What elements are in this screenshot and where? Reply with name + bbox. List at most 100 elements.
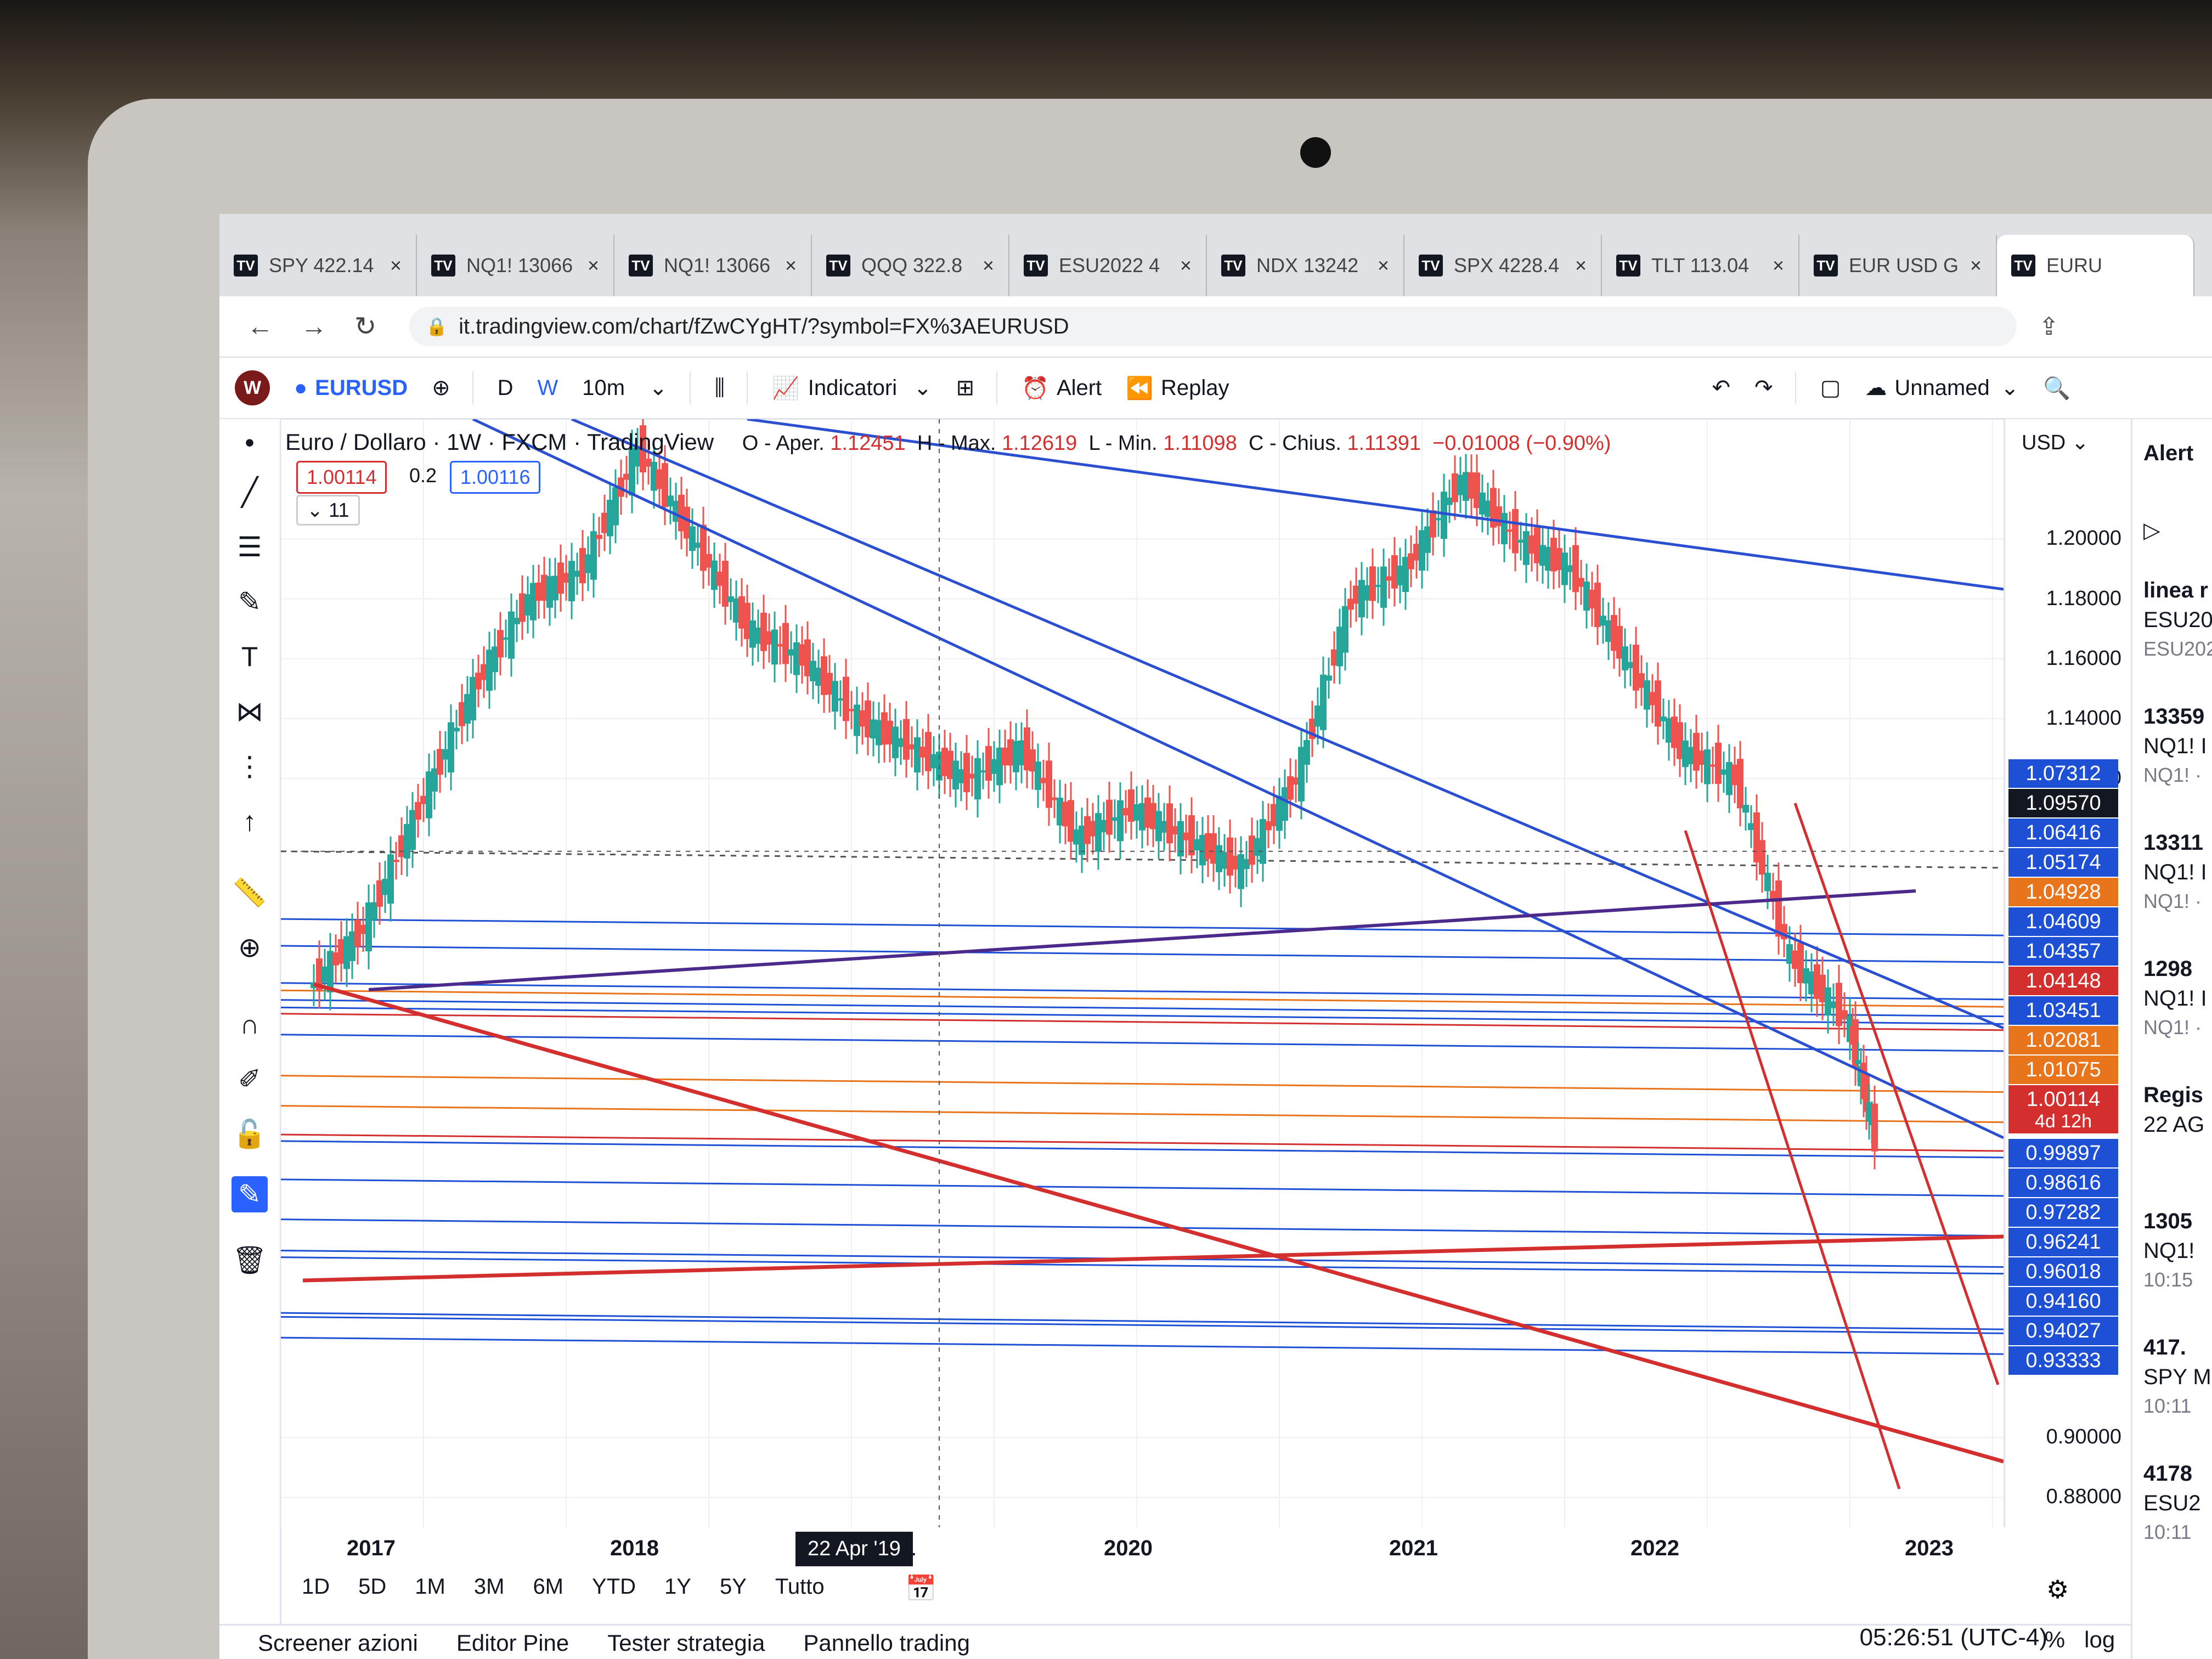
redo-icon[interactable]: ↷ <box>1754 375 1773 400</box>
layout-name-button[interactable]: ☁ Unnamed ⌄ <box>1865 375 2019 400</box>
alert-item-line[interactable]: NQ1! I <box>2143 860 2207 885</box>
alert-item-line[interactable]: 1298 <box>2143 957 2192 981</box>
interval-w[interactable]: W <box>537 376 558 400</box>
play-icon[interactable]: ▷ <box>2143 518 2160 543</box>
share-icon[interactable]: ⇪ <box>2039 313 2059 341</box>
browser-tab[interactable]: TV NQ1! 13066 × <box>614 235 812 296</box>
range-6m[interactable]: 6M <box>533 1575 563 1599</box>
alert-item-line[interactable]: 417. <box>2143 1335 2186 1360</box>
symbol-search[interactable]: ● EURUSD <box>294 376 408 400</box>
currency-select[interactable]: USD ⌄ <box>2022 430 2089 455</box>
zoom-in-icon[interactable]: ⊕ <box>232 929 268 966</box>
crosshair-dot-icon[interactable]: • <box>232 425 268 461</box>
fullscreen-icon[interactable]: ▢ <box>1820 375 1841 400</box>
settings-gear-icon[interactable]: ⚙ <box>2046 1575 2069 1604</box>
indicators-collapse[interactable]: ⌄ 11 <box>296 495 360 526</box>
alert-item-line[interactable]: SPY M <box>2143 1365 2211 1390</box>
arrow-up-icon[interactable]: ↑ <box>232 803 268 839</box>
close-icon[interactable]: × <box>983 254 994 277</box>
hide-drawings-icon[interactable]: ✎ <box>232 1176 268 1212</box>
alert-item-line[interactable]: linea r <box>2143 578 2208 603</box>
alert-item-line[interactable]: 22 AG <box>2143 1113 2204 1137</box>
range-1d[interactable]: 1D <box>302 1575 330 1599</box>
range-ytd[interactable]: YTD <box>592 1575 636 1599</box>
percent-toggle[interactable]: % <box>2045 1627 2065 1652</box>
indicators-button[interactable]: 📈 Indicatori ⌄ <box>772 375 932 401</box>
close-icon[interactable]: × <box>588 254 599 277</box>
browser-tab[interactable]: TV QQQ 322.8 × <box>812 235 1009 296</box>
alert-item-line[interactable]: NQ1! · <box>2143 1016 2202 1039</box>
interval-10m[interactable]: 10m <box>582 376 625 400</box>
alert-item-line[interactable]: NQ1! I <box>2143 986 2207 1011</box>
alert-item-line[interactable]: 10:11 <box>2143 1395 2191 1418</box>
fib-icon[interactable]: ☰ <box>232 529 268 565</box>
bottom-tab[interactable]: Tester strategia <box>607 1630 765 1656</box>
bottom-tab[interactable]: Editor Pine <box>456 1630 569 1656</box>
prediction-icon[interactable]: ⋮ <box>232 748 268 785</box>
browser-tab[interactable]: TV NDX 13242 × <box>1207 235 1404 296</box>
chevron-down-icon[interactable]: ⌄ <box>649 375 668 400</box>
alert-item-line[interactable]: ESU20 <box>2143 608 2212 633</box>
bottom-tab[interactable]: Screener azioni <box>258 1630 418 1656</box>
alert-item-line[interactable]: 13359 <box>2143 704 2204 729</box>
back-icon[interactable]: ← <box>247 312 273 342</box>
alert-item-line[interactable]: 10:11 <box>2143 1521 2191 1544</box>
range-3m[interactable]: 3M <box>474 1575 505 1599</box>
alert-item-line[interactable]: NQ1! <box>2143 1239 2194 1263</box>
url-field[interactable]: 🔒 it.tradingview.com/chart/fZwCYgHT/?sym… <box>409 307 2017 346</box>
undo-icon[interactable]: ↶ <box>1712 375 1731 400</box>
search-icon[interactable]: 🔍 <box>2043 375 2070 401</box>
forward-icon[interactable]: → <box>301 312 327 342</box>
avatar[interactable]: W <box>235 370 270 405</box>
alert-item-line[interactable]: 10:15 <box>2143 1268 2193 1291</box>
magnet-icon[interactable]: ∩ <box>232 1006 268 1042</box>
alert-item-line[interactable]: NQ1! · <box>2143 890 2202 913</box>
price-scale[interactable]: USD ⌄ 1.200001.180001.160001.140001.1200… <box>2004 419 2132 1527</box>
range-5d[interactable]: 5D <box>358 1575 386 1599</box>
close-icon[interactable]: × <box>1180 254 1192 277</box>
time-axis[interactable]: 201720182012020202120222023 <box>281 1520 2004 1580</box>
browser-tab[interactable]: TV SPY 422.14 × <box>219 235 417 296</box>
candles-icon[interactable]: ⫼ <box>715 376 725 400</box>
chart-pane[interactable] <box>281 419 2004 1527</box>
compare-icon[interactable]: ⊕ <box>432 375 450 400</box>
bottom-tab[interactable]: Pannello trading <box>803 1630 970 1656</box>
text-icon[interactable]: T <box>232 639 268 675</box>
replay-button[interactable]: ⏪ Replay <box>1126 375 1229 401</box>
alert-item-line[interactable]: 4178 <box>2143 1462 2192 1486</box>
alert-button[interactable]: ⏰ Alert <box>1022 375 1102 401</box>
alert-item-line[interactable]: 1305 <box>2143 1209 2192 1234</box>
reload-icon[interactable]: ↻ <box>354 311 376 342</box>
trash-icon[interactable]: 🗑 <box>232 1242 268 1278</box>
close-icon[interactable]: × <box>1575 254 1587 277</box>
goto-date-icon[interactable]: 📅 <box>905 1573 936 1604</box>
alert-item-line[interactable]: 13311 <box>2143 831 2203 855</box>
pattern-icon[interactable]: ⋈ <box>232 693 268 730</box>
close-icon[interactable]: × <box>1378 254 1389 277</box>
layouts-grid-icon[interactable]: ⊞ <box>956 375 975 400</box>
lock-icon[interactable]: 🔓 <box>232 1116 268 1152</box>
buy-button[interactable]: 1.00116 <box>450 461 541 494</box>
browser-tab[interactable]: TV EURU <box>1997 235 2194 296</box>
alert-item-line[interactable]: ESU2 <box>2143 1491 2201 1516</box>
close-icon[interactable]: × <box>1970 254 1982 277</box>
close-icon[interactable]: × <box>390 254 402 277</box>
trend-line-icon[interactable]: ╱ <box>232 474 268 510</box>
ruler-icon[interactable]: 📏 <box>232 874 268 911</box>
browser-tab[interactable]: TV TLT 113.04 × <box>1602 235 1799 296</box>
chart-canvas[interactable] <box>281 419 2004 1527</box>
range-1y[interactable]: 1Y <box>664 1575 691 1599</box>
alert-item-line[interactable]: Regis <box>2143 1083 2203 1108</box>
pencil-lock-icon[interactable]: ✐ <box>232 1061 268 1097</box>
close-icon[interactable]: × <box>1773 254 1784 277</box>
range-tutto[interactable]: Tutto <box>775 1575 825 1599</box>
browser-tab[interactable]: TV NQ1! 13066 × <box>417 235 614 296</box>
alert-item-line[interactable]: ESU202 <box>2143 637 2212 661</box>
close-icon[interactable]: × <box>785 254 797 277</box>
browser-tab[interactable]: TV EUR USD G × <box>1799 235 1997 296</box>
browser-tab[interactable]: TV ESU2022 4 × <box>1009 235 1207 296</box>
range-5y[interactable]: 5Y <box>720 1575 747 1599</box>
sell-button[interactable]: 1.00114 <box>296 461 387 494</box>
alert-item-line[interactable]: NQ1! I <box>2143 734 2207 759</box>
browser-tab[interactable]: TV SPX 4228.4 × <box>1404 235 1602 296</box>
